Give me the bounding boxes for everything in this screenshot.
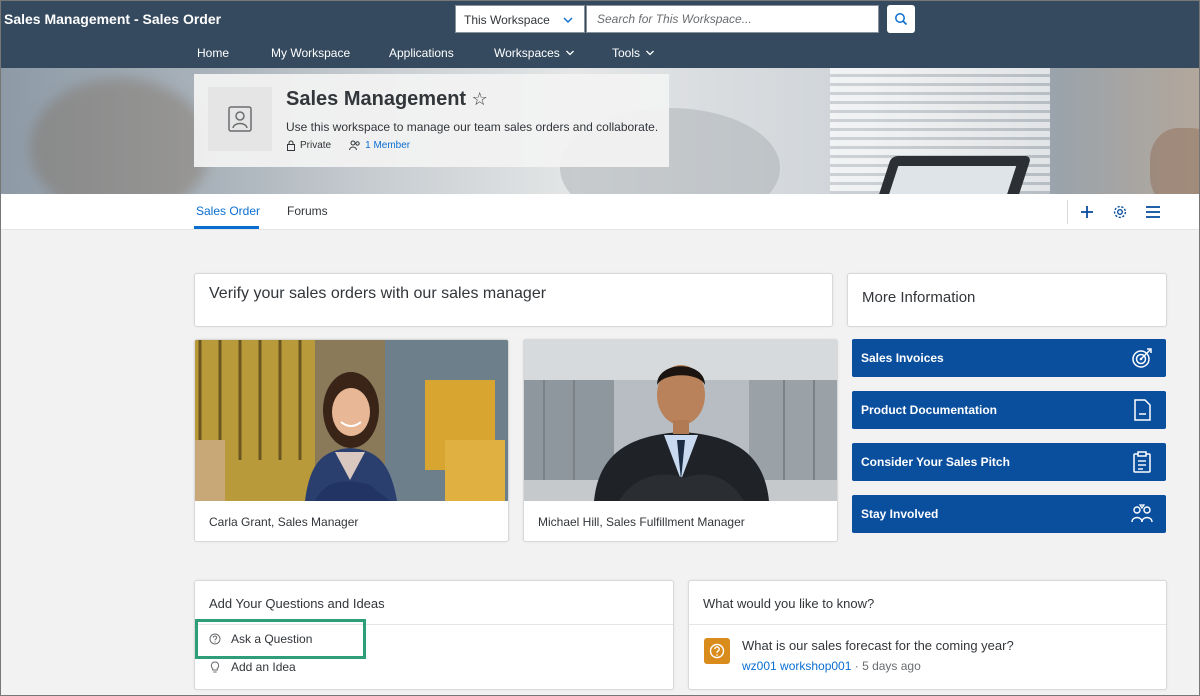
lock-icon <box>287 140 295 151</box>
person-photo <box>524 340 837 501</box>
highlight-box <box>195 619 366 659</box>
toolbar-divider <box>1067 200 1068 224</box>
workspace-title: Sales Management ☆ <box>286 88 488 110</box>
nav-home[interactable]: Home <box>197 46 229 60</box>
workspace-meta: Private 1 Member <box>286 140 410 151</box>
verify-card: Verify your sales orders with our sales … <box>194 273 833 327</box>
tile-label: Sales Invoices <box>861 351 944 365</box>
search-input[interactable] <box>586 5 879 33</box>
nav-applications[interactable]: Applications <box>389 46 454 60</box>
clipboard-icon <box>1133 451 1151 473</box>
settings-button[interactable] <box>1111 203 1129 221</box>
questions-ideas-title: Add Your Questions and Ideas <box>209 596 385 611</box>
nav-workspaces[interactable]: Workspaces <box>494 46 575 60</box>
question-time: · 5 days ago <box>851 659 921 673</box>
target-icon <box>1132 348 1152 368</box>
tile-label: Stay Involved <box>861 507 939 521</box>
banner-decoration <box>1150 128 1200 194</box>
search-button[interactable] <box>887 5 915 33</box>
sales-invoices-tile[interactable]: Sales Invoices <box>852 339 1166 377</box>
people-icon <box>1131 504 1153 523</box>
plus-icon <box>1081 206 1093 218</box>
divider <box>689 624 1166 625</box>
question-author-link[interactable]: wz001 workshop001 <box>742 659 851 673</box>
workspace-description: Use this workspace to manage our team sa… <box>286 120 659 134</box>
person-caption: Michael Hill, Sales Fulfillment Manager <box>538 515 745 529</box>
banner-laptop <box>878 156 1032 194</box>
person-photo-image <box>195 340 508 501</box>
active-tab-indicator <box>194 226 259 229</box>
search-scope-select[interactable]: This Workspace <box>455 5 585 33</box>
question-meta: wz001 workshop001 · 5 days ago <box>742 659 921 673</box>
banner-decoration <box>30 78 210 194</box>
person-card-carla[interactable]: Carla Grant, Sales Manager <box>194 339 509 542</box>
question-title-link[interactable]: What is our sales forecast for the comin… <box>742 638 1014 653</box>
workspace-info-card: Sales Management ☆ Use this workspace to… <box>194 74 669 167</box>
shell-header: Sales Management - Sales Order This Work… <box>0 0 1200 68</box>
gear-icon <box>1113 205 1127 219</box>
menu-button[interactable] <box>1144 203 1162 221</box>
favorite-star-icon[interactable]: ☆ <box>472 89 488 109</box>
product-documentation-tile[interactable]: Product Documentation <box>852 391 1166 429</box>
chevron-down-icon <box>646 50 654 56</box>
more-information-card: More Information <box>847 273 1167 327</box>
person-caption: Carla Grant, Sales Manager <box>209 515 359 529</box>
what-to-know-card: What would you like to know? What is our… <box>688 580 1167 690</box>
lightbulb-icon <box>210 661 220 673</box>
members-icon <box>349 140 360 151</box>
workspace-privacy: Private <box>300 140 332 151</box>
workspace-avatar <box>208 87 272 151</box>
person-photo <box>195 340 508 501</box>
workspace-members-link[interactable]: 1 Member <box>365 140 410 151</box>
workspace-icon <box>228 106 252 132</box>
consider-sales-pitch-tile[interactable]: Consider Your Sales Pitch <box>852 443 1166 481</box>
verify-card-title: Verify your sales orders with our sales … <box>209 285 547 302</box>
app-title: Sales Management - Sales Order <box>4 11 222 27</box>
tab-forums[interactable]: Forums <box>287 204 328 218</box>
search-icon <box>895 13 908 26</box>
question-badge <box>704 638 730 664</box>
add-idea-link[interactable]: Add an Idea <box>209 660 296 674</box>
nav-tools[interactable]: Tools <box>612 46 655 60</box>
question-icon <box>709 643 725 659</box>
chevron-down-icon <box>563 17 573 23</box>
search-scope-value: This Workspace <box>464 13 550 27</box>
nav-my-workspace[interactable]: My Workspace <box>271 46 350 60</box>
chevron-down-icon <box>565 50 574 56</box>
tile-label: Consider Your Sales Pitch <box>861 455 1010 469</box>
tab-sales-order[interactable]: Sales Order <box>196 204 260 218</box>
more-information-title: More Information <box>862 289 976 306</box>
workspace-tab-bar: Sales Order Forums <box>0 194 1200 230</box>
stay-involved-tile[interactable]: Stay Involved <box>852 495 1166 533</box>
person-card-michael[interactable]: Michael Hill, Sales Fulfillment Manager <box>523 339 838 542</box>
person-photo-image <box>524 340 837 501</box>
tile-label: Product Documentation <box>861 403 998 417</box>
document-icon <box>1134 399 1151 421</box>
add-page-button[interactable] <box>1078 203 1096 221</box>
what-to-know-title: What would you like to know? <box>703 596 875 611</box>
hamburger-menu-icon <box>1146 206 1160 218</box>
